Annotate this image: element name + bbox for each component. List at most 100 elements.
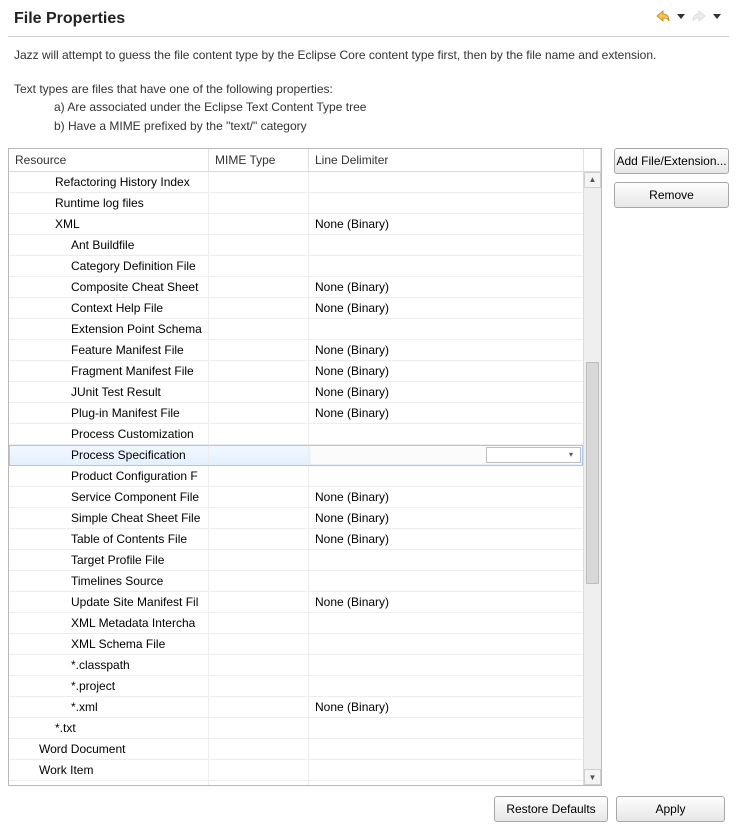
table-row[interactable]: Word Document xyxy=(9,739,583,760)
cell-resource: Update Site Manifest Fil xyxy=(9,592,209,612)
table-row[interactable]: Service Component FileNone (Binary) xyxy=(9,487,583,508)
table-row[interactable]: Category Definition File xyxy=(9,256,583,277)
col-resource[interactable]: Resource xyxy=(9,149,209,171)
col-line[interactable]: Line Delimiter xyxy=(309,149,584,171)
cell-line-delimiter xyxy=(309,193,583,213)
table-row[interactable]: Fragment Manifest File None (Binary) xyxy=(9,361,583,382)
cell-resource: Runtime log files xyxy=(9,193,209,213)
header-divider xyxy=(8,36,729,37)
nav-forward-menu-icon[interactable] xyxy=(709,8,725,24)
cell-mime xyxy=(209,592,309,612)
cell-resource: Work Item xyxy=(9,760,209,780)
table-row[interactable]: *.xml None (Binary) xyxy=(9,697,583,718)
cell-mime xyxy=(209,487,309,507)
table-row[interactable]: XMLNone (Binary) xyxy=(9,214,583,235)
cell-resource: Feature Manifest File xyxy=(9,340,209,360)
table-row[interactable]: *.classpath xyxy=(9,655,583,676)
cell-mime xyxy=(209,760,309,780)
nav-back-icon[interactable] xyxy=(655,8,671,24)
scroll-down-icon[interactable]: ▼ xyxy=(584,769,601,785)
cell-mime xyxy=(209,193,309,213)
table-row[interactable]: Plug-in Manifest FileNone (Binary) xyxy=(9,403,583,424)
col-mime[interactable]: MIME Type xyxy=(209,149,309,171)
cell-mime xyxy=(209,235,309,255)
table-row[interactable]: Product Configuration F xyxy=(9,466,583,487)
cell-resource: Timelines Source xyxy=(9,571,209,591)
cell-resource: Plug-in Manifest File xyxy=(9,403,209,423)
cell-resource: Process Specification xyxy=(9,445,209,465)
table-row[interactable]: XML Schema File xyxy=(9,634,583,655)
cell-resource: Fragment Manifest File xyxy=(9,361,209,381)
table-row[interactable]: Timelines Source xyxy=(9,571,583,592)
cell-resource: Target Profile File xyxy=(9,550,209,570)
cell-line-delimiter xyxy=(309,739,583,759)
table-row[interactable]: Process Specification ▾ xyxy=(9,445,583,466)
cell-mime xyxy=(209,340,309,360)
table-row[interactable]: Refactoring History Index xyxy=(9,172,583,193)
cell-line-delimiter: None (Binary) xyxy=(309,298,583,318)
cell-line-delimiter xyxy=(309,634,583,654)
cell-line-delimiter: None (Binary) xyxy=(309,361,583,381)
cell-mime xyxy=(209,319,309,339)
history-nav xyxy=(655,6,729,24)
apply-button[interactable]: Apply xyxy=(616,796,725,822)
table-row[interactable]: Simple Cheat Sheet FileNone (Binary) xyxy=(9,508,583,529)
restore-defaults-button[interactable]: Restore Defaults xyxy=(494,796,608,822)
cell-line-delimiter xyxy=(309,256,583,276)
cell-line-delimiter: None (Binary) xyxy=(309,697,583,717)
cell-resource: *.xml xyxy=(9,697,209,717)
table-row[interactable]: *.txt xyxy=(9,718,583,739)
cell-mime xyxy=(209,172,309,192)
desc-line-2b: b) Have a MIME prefixed by the "text/" c… xyxy=(54,118,723,134)
table-row[interactable]: JUnit Test ResultNone (Binary) xyxy=(9,382,583,403)
cell-resource: Composite Cheat Sheet xyxy=(9,277,209,297)
table-row[interactable]: Target Profile File xyxy=(9,550,583,571)
table-row[interactable]: File names and Extensionsapplication/un.… xyxy=(9,781,583,785)
table-row[interactable]: Work Item xyxy=(9,760,583,781)
table-body: Refactoring History IndexRuntime log fil… xyxy=(9,172,583,785)
cell-resource: XML Schema File xyxy=(9,634,209,654)
scroll-up-icon[interactable]: ▲ xyxy=(584,172,601,188)
cell-line-delimiter xyxy=(309,718,583,738)
add-file-extension-button[interactable]: Add File/Extension... xyxy=(614,148,729,174)
table-row[interactable]: *.project xyxy=(9,676,583,697)
cell-line-delimiter xyxy=(309,466,583,486)
nav-back-menu-icon[interactable] xyxy=(673,8,689,24)
cell-resource: Process Customization xyxy=(9,424,209,444)
cell-resource: Word Document xyxy=(9,739,209,759)
table-row[interactable]: Extension Point Schema xyxy=(9,319,583,340)
cell-resource: XML Metadata Intercha xyxy=(9,613,209,633)
table-row[interactable]: Table of Contents File None (Binary) xyxy=(9,529,583,550)
remove-button[interactable]: Remove xyxy=(614,182,729,208)
chevron-down-icon[interactable]: ▾ xyxy=(564,448,578,462)
cell-mime xyxy=(209,613,309,633)
cell-line-delimiter: None (Binary) xyxy=(309,529,583,549)
cell-mime xyxy=(209,508,309,528)
table-row[interactable]: Update Site Manifest Fil None (Binary) xyxy=(9,592,583,613)
table-row[interactable]: Runtime log files xyxy=(9,193,583,214)
table-row[interactable]: Feature Manifest FileNone (Binary) xyxy=(9,340,583,361)
cell-line-delimiter xyxy=(309,235,583,255)
cell-mime: application/un... xyxy=(209,781,309,785)
cell-resource: Product Configuration F xyxy=(9,466,209,486)
desc-line-2: Text types are files that have one of th… xyxy=(14,81,723,97)
nav-forward-icon[interactable] xyxy=(691,8,707,24)
cell-resource: Table of Contents File xyxy=(9,529,209,549)
vertical-scrollbar[interactable]: ▲ ▼ xyxy=(583,172,601,785)
cell-mime xyxy=(209,655,309,675)
cell-mime xyxy=(209,676,309,696)
table-row[interactable]: Composite Cheat Sheet None (Binary) xyxy=(9,277,583,298)
cell-line-delimiter: None (Binary) xyxy=(309,781,583,785)
scroll-thumb[interactable] xyxy=(586,362,599,584)
table-row[interactable]: XML Metadata Intercha xyxy=(9,613,583,634)
cell-mime xyxy=(209,277,309,297)
cell-line-delimiter: None (Binary) xyxy=(309,592,583,612)
table-row[interactable]: Process Customization xyxy=(9,424,583,445)
table-row[interactable]: Context Help File None (Binary) xyxy=(9,298,583,319)
cell-line-delimiter: None (Binary) xyxy=(309,277,583,297)
file-types-table: Resource MIME Type Line Delimiter Refact… xyxy=(8,148,602,786)
table-row[interactable]: Ant Buildfile xyxy=(9,235,583,256)
line-delimiter-dropdown[interactable]: ▾ xyxy=(311,446,581,464)
cell-resource: Context Help File xyxy=(9,298,209,318)
cell-resource: Extension Point Schema xyxy=(9,319,209,339)
